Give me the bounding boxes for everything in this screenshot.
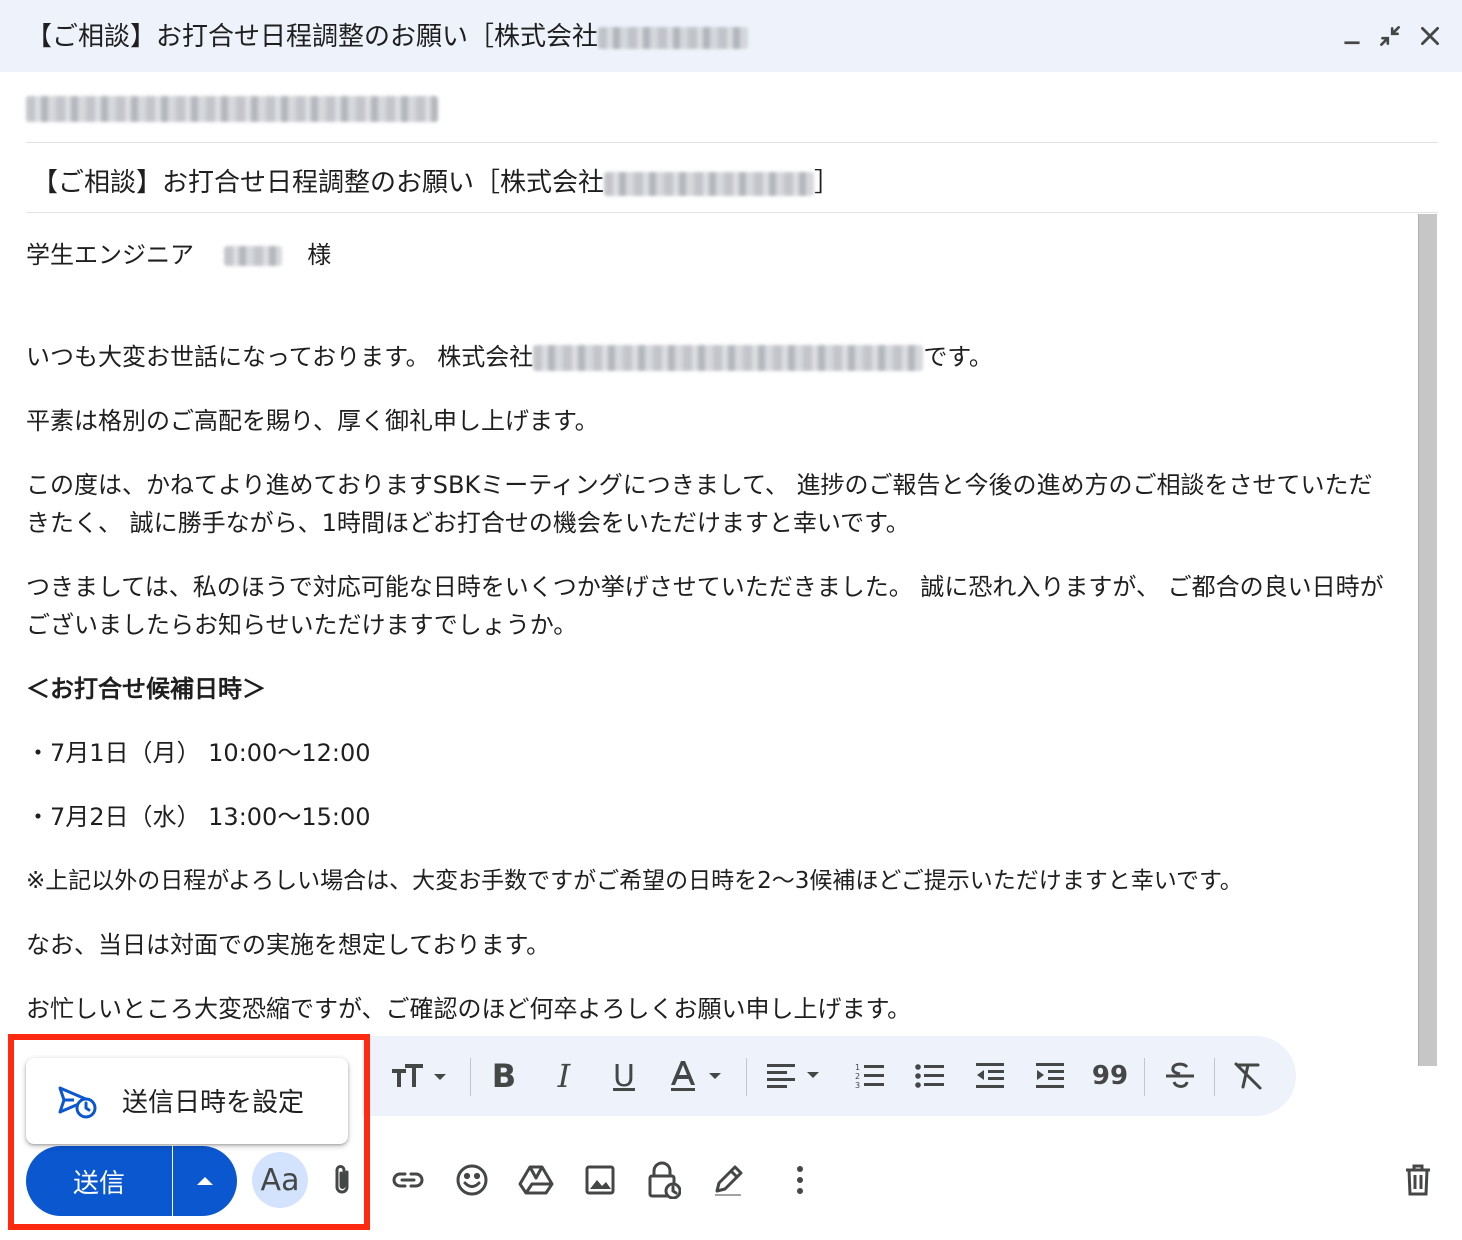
minimize-button[interactable]: [1334, 18, 1370, 54]
highlight-box: [8, 1034, 370, 1230]
link-icon: [392, 1172, 424, 1188]
lock-clock-icon: [648, 1161, 681, 1199]
exit-fullscreen-button[interactable]: [1372, 18, 1408, 54]
discard-draft-button[interactable]: [1396, 1158, 1440, 1202]
candidate-slot: ・7月1日（月） 10:00〜12:00: [26, 739, 371, 767]
indent-less-button[interactable]: [972, 1058, 1008, 1094]
p1-text-a: いつも大変お世話になっております。 株式会社: [26, 343, 534, 371]
insert-drive-file-button[interactable]: [514, 1158, 558, 1202]
indent-more-icon: [1036, 1063, 1064, 1088]
subject-field[interactable]: 【ご相談】お打合せ日程調整のお願い［株式会社 ］: [26, 146, 1438, 213]
pen-icon: [715, 1165, 743, 1196]
toolbar-divider: [1214, 1058, 1215, 1096]
candidate-slot: ・7月2日（水） 13:00〜15:00: [26, 803, 371, 831]
redacted-company-name: [604, 171, 815, 196]
remove-formatting-button[interactable]: [1230, 1058, 1266, 1094]
greeting-suffix: 様: [307, 241, 332, 269]
p1-text-b: です。: [923, 343, 993, 371]
toolbar-divider: [470, 1058, 471, 1096]
body-paragraph: つきましては、私のほうで対応可能な日時をいくつか挙げさせていただきました。 誠に…: [26, 573, 1384, 639]
window-title-text: 【ご相談】お打合せ日程調整のお願い［株式会社: [26, 22, 599, 52]
align-button[interactable]: [762, 1058, 832, 1094]
formatting-toolbar: B I U 123 99: [362, 1036, 1296, 1116]
toolbar-divider: [1144, 1058, 1145, 1096]
insert-emoji-button[interactable]: [450, 1158, 494, 1202]
photo-icon: [585, 1165, 615, 1195]
body-paragraph: お忙しいところ大変恐縮ですが、ご確認のほど何卒よろしくお願い申し上げます。: [26, 995, 912, 1023]
svg-text:2: 2: [855, 1072, 860, 1081]
body-paragraph: この度は、かねてより進めておりますSBKミーティングにつきまして、 進捗のご報告…: [26, 471, 1373, 537]
redacted-company-name: [598, 26, 749, 49]
text-color-button[interactable]: [666, 1058, 736, 1094]
bulleted-list-button[interactable]: [912, 1058, 948, 1094]
bold-icon: B: [491, 1057, 517, 1095]
italic-button[interactable]: I: [546, 1057, 582, 1095]
body-paragraph: いつも大変お世話になっております。 株式会社 です。: [26, 338, 993, 376]
insert-signature-button[interactable]: [706, 1158, 750, 1202]
recipients-field[interactable]: [26, 86, 1438, 143]
numbered-list-icon: 123: [855, 1063, 884, 1090]
quote-icon: 99: [1091, 1061, 1129, 1091]
svg-text:3: 3: [855, 1081, 860, 1090]
text-size-icon: [392, 1064, 446, 1087]
insert-link-button[interactable]: [386, 1158, 430, 1202]
subject-text: 【ご相談】お打合せ日程調整のお願い［株式会社 ］: [32, 162, 840, 199]
indent-more-button[interactable]: [1032, 1058, 1068, 1094]
italic-icon: I: [557, 1057, 571, 1095]
window-title: 【ご相談】お打合せ日程調整のお願い［株式会社: [26, 16, 749, 53]
svg-text:1: 1: [855, 1063, 860, 1072]
remove-formatting-icon: [1234, 1062, 1262, 1090]
greeting-text: 学生エンジニア: [26, 241, 194, 269]
subject-suffix: ］: [814, 168, 841, 198]
insert-photo-button[interactable]: [578, 1158, 622, 1202]
redacted-recipient-email: [26, 96, 438, 122]
indent-less-icon: [976, 1063, 1004, 1088]
body-note: ※上記以外の日程がよろしい場合は、大変お手数ですがご希望の日時を2〜3候補ほどご…: [26, 868, 1243, 894]
more-options-button[interactable]: [778, 1158, 822, 1202]
numbered-list-button[interactable]: 123: [852, 1058, 888, 1094]
more-vert-icon: [797, 1166, 803, 1194]
minimize-icon: [1344, 41, 1360, 45]
close-icon: [1421, 27, 1439, 45]
exit-fullscreen-icon: [1380, 26, 1400, 46]
strikethrough-icon: [1166, 1062, 1194, 1088]
close-button[interactable]: [1412, 18, 1448, 54]
greeting-line: 学生エンジニア 様: [26, 236, 331, 274]
window-titlebar: 【ご相談】お打合せ日程調整のお願い［株式会社: [0, 0, 1462, 72]
bold-button[interactable]: B: [486, 1057, 522, 1095]
bulleted-list-icon: [915, 1064, 944, 1088]
emoji-icon: [456, 1164, 488, 1196]
drive-icon: [518, 1165, 554, 1195]
align-left-icon: [767, 1064, 819, 1088]
redacted-company-name: [533, 345, 924, 371]
redacted-person-name: [223, 246, 282, 266]
strikethrough-button[interactable]: [1162, 1058, 1198, 1094]
body-paragraph: なお、当日は対面での実施を想定しております。: [26, 931, 551, 959]
candidate-heading: ＜お打合せ候補日時＞: [26, 675, 266, 703]
underline-icon: U: [613, 1058, 635, 1094]
underline-button[interactable]: U: [606, 1058, 642, 1094]
confidential-mode-button[interactable]: [642, 1158, 686, 1202]
text-size-button[interactable]: [386, 1058, 458, 1094]
text-color-icon: [671, 1061, 721, 1091]
quote-button[interactable]: 99: [1092, 1058, 1128, 1094]
toolbar-divider: [746, 1058, 747, 1096]
subject-prefix: 【ご相談】お打合せ日程調整のお願い［株式会社: [32, 168, 605, 198]
trash-icon: [1406, 1164, 1430, 1196]
body-scrollbar[interactable]: [1418, 214, 1437, 1066]
body-paragraph: 平素は格別のご高配を賜り、厚く御礼申し上げます。: [26, 407, 599, 435]
